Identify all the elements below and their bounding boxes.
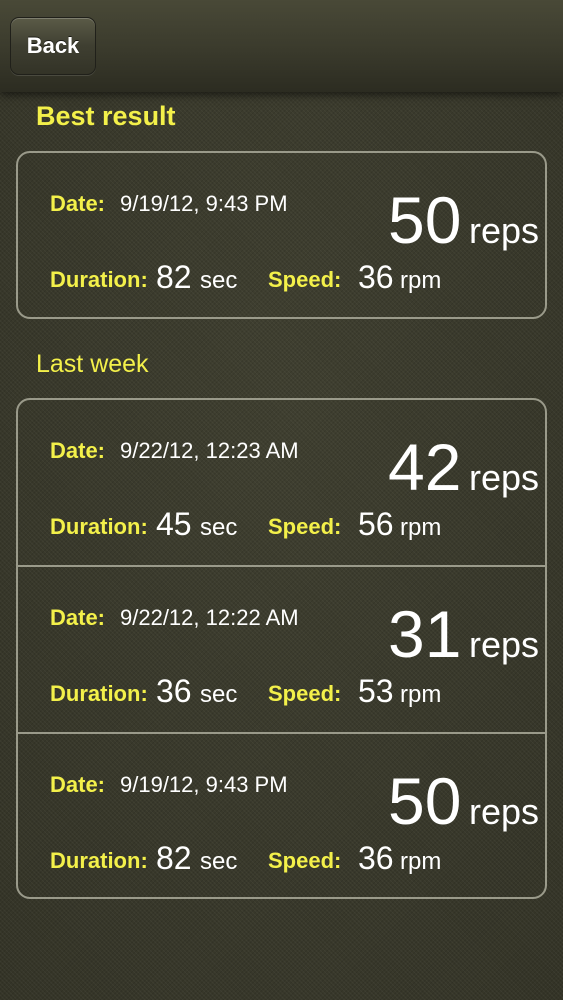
speed-unit: rpm: [400, 267, 442, 294]
best-result-card: Date: 9/19/12, 9:43 PM 50 reps Duration:…: [16, 151, 547, 319]
last-week-card: Date: 9/22/12, 12:23 AM 42 reps Duration…: [16, 398, 547, 899]
date-label: Date:: [50, 191, 106, 216]
reps-value: 31: [388, 597, 462, 671]
reps-unit: reps: [469, 457, 540, 498]
reps-value: 50: [388, 183, 462, 257]
reps-unit: reps: [469, 624, 540, 665]
speed-value: 36: [358, 840, 394, 876]
duration-unit: sec: [200, 267, 238, 294]
reps-value: 42: [388, 430, 462, 504]
duration-label: Duration:: [50, 267, 148, 292]
date-label: Date:: [50, 772, 106, 797]
duration-label: Duration:: [50, 848, 148, 873]
date-value: 9/22/12, 12:23 AM: [120, 438, 299, 463]
result-entry[interactable]: Date: 9/22/12, 12:22 AM 31 reps Duration…: [18, 565, 545, 732]
duration-value: 36: [156, 673, 192, 709]
speed-label: Speed:: [268, 848, 342, 873]
reps-value: 50: [388, 764, 462, 838]
duration-value: 82: [156, 840, 192, 876]
speed-label: Speed:: [268, 514, 342, 539]
best-result-title: Best result: [36, 101, 176, 131]
speed-value: 56: [358, 506, 394, 542]
speed-unit: rpm: [400, 681, 442, 708]
back-button[interactable]: Back: [10, 17, 96, 75]
duration-value: 82: [156, 259, 192, 295]
date-value: 9/19/12, 9:43 PM: [120, 772, 288, 797]
result-entry[interactable]: Date: 9/19/12, 9:43 PM 50 reps Duration:…: [18, 153, 545, 318]
speed-label: Speed:: [268, 267, 342, 292]
result-entry[interactable]: Date: 9/19/12, 9:43 PM 50 reps Duration:…: [18, 732, 545, 899]
speed-value: 53: [358, 673, 394, 709]
date-label: Date:: [50, 438, 106, 463]
reps-unit: reps: [469, 210, 540, 251]
date-value: 9/22/12, 12:22 AM: [120, 605, 299, 630]
duration-unit: sec: [200, 681, 238, 708]
date-label: Date:: [50, 605, 106, 630]
speed-value: 36: [358, 259, 394, 295]
reps-unit: reps: [469, 791, 540, 832]
speed-unit: rpm: [400, 848, 442, 875]
speed-label: Speed:: [268, 681, 342, 706]
speed-unit: rpm: [400, 514, 442, 541]
duration-unit: sec: [200, 848, 238, 875]
last-week-title: Last week: [36, 350, 149, 378]
duration-value: 45: [156, 506, 192, 542]
duration-label: Duration:: [50, 514, 148, 539]
nav-bar: Back: [0, 0, 563, 92]
duration-label: Duration:: [50, 681, 148, 706]
result-entry[interactable]: Date: 9/22/12, 12:23 AM 42 reps Duration…: [18, 400, 545, 565]
date-value: 9/19/12, 9:43 PM: [120, 191, 288, 216]
duration-unit: sec: [200, 514, 238, 541]
